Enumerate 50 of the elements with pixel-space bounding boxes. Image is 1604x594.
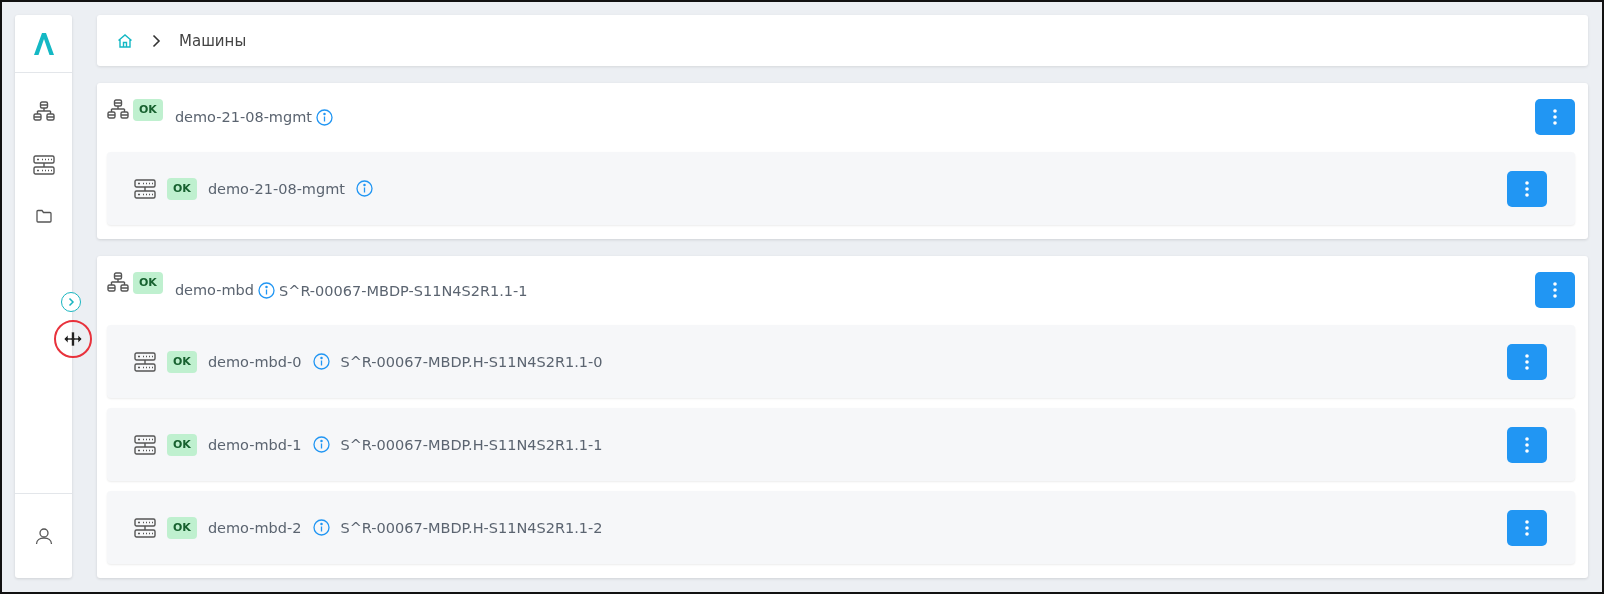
home-icon[interactable] <box>117 32 133 49</box>
more-vertical-icon <box>1553 109 1557 125</box>
status-badge: OK <box>133 272 163 294</box>
group-name: demo-mbd <box>174 282 255 298</box>
more-button[interactable] <box>1507 343 1547 380</box>
info-icon[interactable] <box>312 353 330 370</box>
more-vertical-icon <box>1525 353 1529 370</box>
more-vertical-icon <box>1525 519 1529 536</box>
info-icon[interactable] <box>356 180 373 197</box>
group-name: demo-21-08-mgmt <box>174 109 312 125</box>
more-button[interactable] <box>1535 99 1575 135</box>
more-vertical-icon <box>1525 436 1529 453</box>
machine-name: demo-21-08-mgmt <box>207 180 345 197</box>
more-button[interactable] <box>1507 170 1547 207</box>
server-icon <box>134 351 156 372</box>
server-icon <box>134 517 156 538</box>
serial-number: S^R-00067-MBDP.H-S11N4S2R1.1-2 <box>340 519 603 536</box>
network-icon <box>107 272 129 292</box>
info-icon[interactable] <box>312 436 330 453</box>
server-icon <box>134 178 156 199</box>
serial-number: S^R-00067-MBDP.H-S11N4S2R1.1-1 <box>340 436 603 453</box>
info-icon[interactable] <box>258 282 276 299</box>
status-badge: OK <box>167 433 197 456</box>
network-icon <box>107 99 129 119</box>
chevron-right-icon <box>151 33 161 48</box>
status-badge: OK <box>167 516 197 539</box>
more-vertical-icon <box>1525 180 1529 197</box>
serial-number: S^R-00067-MBDP-S11N4S2R1.1-1 <box>279 282 528 299</box>
more-button[interactable] <box>1535 272 1575 308</box>
logo-icon <box>31 32 56 55</box>
chevron-right-icon <box>66 297 76 307</box>
expand-button[interactable] <box>61 292 81 312</box>
status-badge: OK <box>167 177 197 200</box>
folder-icon <box>35 209 52 223</box>
breadcrumb-current: Машины <box>179 31 247 50</box>
user-icon[interactable] <box>34 527 53 545</box>
status-badge: OK <box>133 99 163 121</box>
more-button[interactable] <box>1507 509 1547 546</box>
more-vertical-icon <box>1553 282 1557 298</box>
more-button[interactable] <box>1507 426 1547 463</box>
status-badge: OK <box>167 350 197 373</box>
machine-name: demo-mbd-2 <box>207 519 302 536</box>
info-icon[interactable] <box>312 519 330 536</box>
machine-name: demo-mbd-1 <box>207 436 302 453</box>
machine-name: demo-mbd-0 <box>207 353 302 370</box>
server-icon <box>32 155 55 175</box>
network-icon <box>32 101 55 121</box>
server-icon <box>134 434 156 455</box>
serial-number: S^R-00067-MBDP.H-S11N4S2R1.1-0 <box>340 353 603 370</box>
info-icon[interactable] <box>316 109 333 126</box>
